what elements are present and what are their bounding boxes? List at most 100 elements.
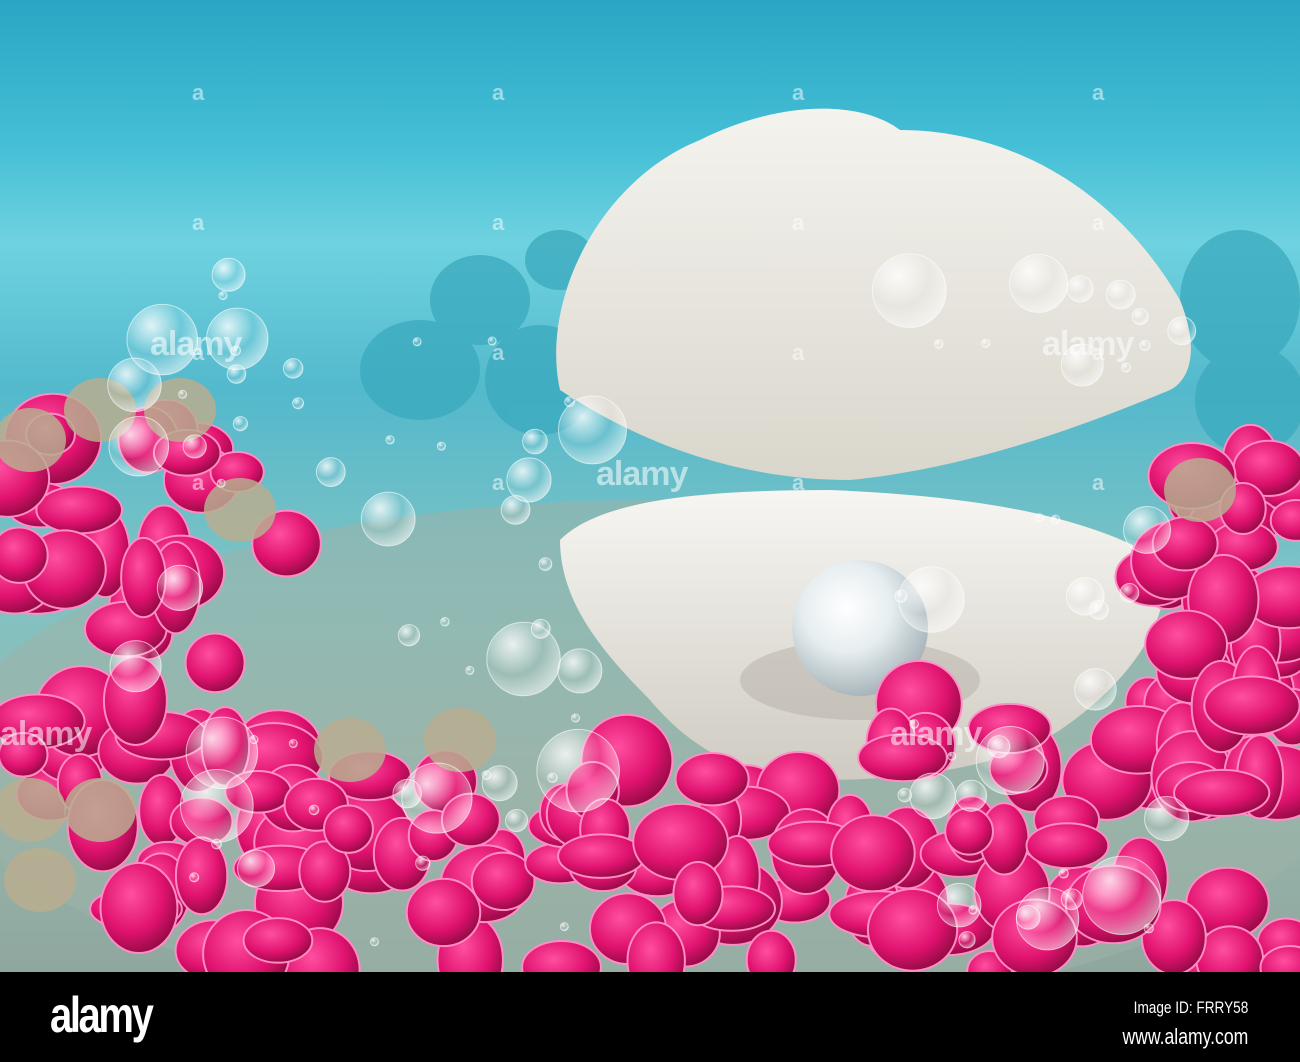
bubble xyxy=(360,491,416,547)
bubble xyxy=(108,415,170,477)
coral-polyp xyxy=(1173,768,1271,818)
bubble xyxy=(1009,253,1069,313)
bubble xyxy=(1119,583,1140,603)
small-shell xyxy=(204,478,276,542)
bubble xyxy=(1060,888,1083,911)
coral-polyp xyxy=(1203,675,1300,736)
watermark-mark: a xyxy=(492,80,505,105)
bubble xyxy=(1105,279,1136,310)
bubble xyxy=(564,396,575,408)
watermark: alamy xyxy=(0,715,92,753)
stock-footer-bar: alamy Image ID: FRRY58 www.alamy.com xyxy=(0,972,1300,1062)
bubble xyxy=(1123,505,1172,554)
watermark: alamy xyxy=(596,455,688,493)
bubble xyxy=(385,435,395,445)
bubble xyxy=(871,253,947,328)
bubble xyxy=(156,564,204,611)
coral-polyp xyxy=(242,917,314,964)
bubble xyxy=(505,809,529,833)
bubble xyxy=(288,739,298,749)
bubble xyxy=(178,389,188,399)
bubble xyxy=(1167,316,1197,346)
bubble xyxy=(522,428,548,455)
coral-polyp xyxy=(830,814,916,893)
image-id: Image ID: FRRY58 xyxy=(1133,998,1248,1017)
coral-polyp xyxy=(184,632,246,694)
bubble xyxy=(282,358,304,379)
coral-polyp xyxy=(405,877,482,948)
small-shell xyxy=(424,708,496,772)
bubble xyxy=(465,665,475,675)
bubble xyxy=(182,434,207,459)
watermark-mark: a xyxy=(192,340,205,365)
watermark-mark: a xyxy=(1092,210,1105,235)
bubble xyxy=(109,640,162,693)
coral-polyp xyxy=(99,861,179,955)
bubble xyxy=(898,566,965,633)
bubble xyxy=(1035,513,1045,523)
small-shell xyxy=(314,718,386,782)
coral-polyp xyxy=(1025,822,1110,870)
watermark-mark: a xyxy=(192,470,205,495)
alamy-logo: alamy xyxy=(50,987,154,1043)
bubble xyxy=(1144,796,1190,842)
bubble xyxy=(538,557,553,571)
site-url: www.alamy.com xyxy=(1122,1024,1248,1049)
coral-polyp xyxy=(944,807,994,856)
bubble xyxy=(1143,923,1154,934)
watermark-mark: a xyxy=(492,210,505,235)
watermark-mark: a xyxy=(192,80,205,105)
watermark-mark: a xyxy=(492,470,505,495)
bubble xyxy=(506,457,552,503)
bubble xyxy=(1065,576,1105,616)
small-shell xyxy=(64,778,136,842)
coral-polyp xyxy=(120,536,167,619)
bubble xyxy=(308,804,320,816)
watermark-mark: a xyxy=(1092,470,1105,495)
bubble xyxy=(536,728,620,813)
bubble xyxy=(958,931,976,949)
bubble xyxy=(1139,339,1151,352)
watermark-mark: a xyxy=(792,470,805,495)
bubble xyxy=(1050,514,1061,525)
bubble xyxy=(216,478,226,488)
bubble xyxy=(1015,904,1041,930)
bubble xyxy=(557,648,603,694)
bubble xyxy=(315,457,346,487)
watermark: alamy xyxy=(1042,325,1134,363)
coral-polyp xyxy=(323,804,374,854)
bubble xyxy=(530,618,551,639)
bubble xyxy=(981,338,991,348)
bubble xyxy=(571,713,581,723)
bubble xyxy=(370,937,380,947)
small-shell xyxy=(1164,458,1236,522)
coral-polyp xyxy=(0,526,49,584)
bubble xyxy=(440,617,450,627)
bubble xyxy=(955,779,988,812)
bubble xyxy=(897,787,913,803)
bubble xyxy=(1082,855,1162,935)
bubble xyxy=(936,882,982,928)
bubble xyxy=(436,441,446,451)
bubble xyxy=(1131,307,1149,326)
bubble xyxy=(292,397,305,410)
bubble xyxy=(481,770,492,781)
watermark-mark: a xyxy=(1092,80,1105,105)
coral-polyp xyxy=(674,751,750,807)
watermark-mark: a xyxy=(492,340,505,365)
bubble xyxy=(933,339,944,349)
bubble xyxy=(415,855,431,871)
bubble xyxy=(1066,275,1094,303)
bubble xyxy=(559,922,569,932)
bubble xyxy=(909,772,956,820)
bubble xyxy=(211,257,246,292)
watermark-mark: a xyxy=(792,210,805,235)
watermark-mark: a xyxy=(792,340,805,365)
coral-polyp xyxy=(35,485,124,535)
bubble xyxy=(237,849,276,888)
bubble xyxy=(401,762,473,834)
watermark: alamy xyxy=(890,715,982,753)
bubble xyxy=(107,357,162,413)
bubble xyxy=(397,624,421,647)
watermark-mark: a xyxy=(792,80,805,105)
